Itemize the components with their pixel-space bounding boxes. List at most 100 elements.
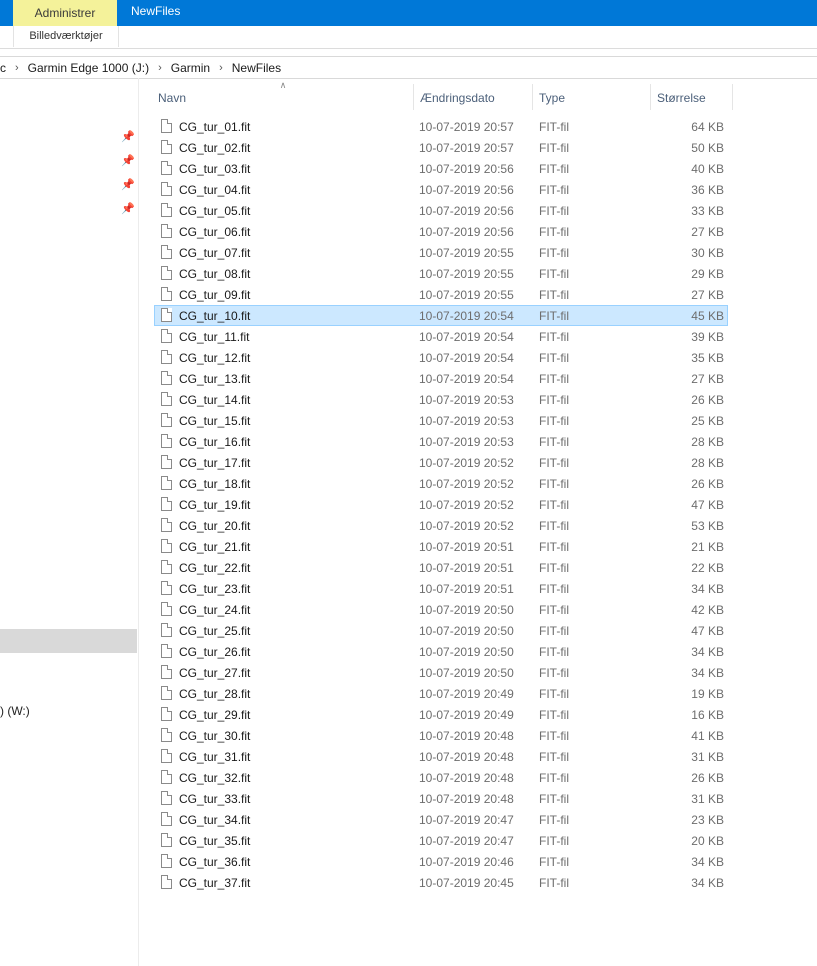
file-row[interactable]: CG_tur_11.fit 10-07-2019 20:54 FIT-fil 39 K…: [154, 326, 728, 347]
file-row[interactable]: CG_tur_09.fit 10-07-2019 20:55 FIT-fil 27 K…: [154, 284, 728, 305]
file-row[interactable]: CG_tur_05.fit 10-07-2019 20:56 FIT-fil 33 K…: [154, 200, 728, 221]
breadcrumb-partial[interactable]: c: [0, 61, 6, 75]
pin-icon: 📌: [121, 203, 135, 215]
file-row[interactable]: CG_tur_24.fit 10-07-2019 20:50 FIT-fil 42 K…: [154, 599, 728, 620]
file-icon: [161, 245, 172, 259]
file-row[interactable]: CG_tur_29.fit 10-07-2019 20:49 FIT-fil 16 K…: [154, 704, 728, 725]
file-size: 22 KB: [691, 561, 724, 575]
file-name: CG_tur_13.fit: [179, 372, 251, 386]
file-icon: [161, 266, 172, 280]
file-row[interactable]: CG_tur_19.fit 10-07-2019 20:52 FIT-fil 47 K…: [154, 494, 728, 515]
file-row[interactable]: CG_tur_35.fit 10-07-2019 20:47 FIT-fil 20 K…: [154, 830, 728, 851]
file-row[interactable]: CG_tur_08.fit 10-07-2019 20:55 FIT-fil 29 K…: [154, 263, 728, 284]
file-size: 31 KB: [691, 750, 724, 764]
file-icon: [161, 644, 172, 658]
file-size: 34 KB: [691, 855, 724, 869]
file-date: 10-07-2019 20:47: [419, 834, 514, 848]
column-header-size[interactable]: Størrelse: [649, 84, 733, 110]
file-row[interactable]: CG_tur_22.fit 10-07-2019 20:51 FIT-fil 22 K…: [154, 557, 728, 578]
file-type: FIT-fil: [539, 456, 569, 470]
nav-item-drive-w[interactable]: ) (W:): [0, 704, 30, 718]
file-type: FIT-fil: [539, 519, 569, 533]
file-size: 39 KB: [691, 330, 724, 344]
file-row[interactable]: CG_tur_18.fit 10-07-2019 20:52 FIT-fil 26 K…: [154, 473, 728, 494]
file-size: 34 KB: [691, 666, 724, 680]
file-row[interactable]: CG_tur_27.fit 10-07-2019 20:50 FIT-fil 34 K…: [154, 662, 728, 683]
file-size: 36 KB: [691, 183, 724, 197]
pin-icon: 📌: [121, 131, 135, 143]
breadcrumb-drive[interactable]: Garmin Edge 1000 (J:): [28, 61, 149, 75]
file-row[interactable]: CG_tur_37.fit 10-07-2019 20:45 FIT-fil 34 K…: [154, 872, 728, 893]
file-name: CG_tur_37.fit: [179, 876, 251, 890]
file-date: 10-07-2019 20:55: [419, 246, 514, 260]
file-name: CG_tur_07.fit: [179, 246, 251, 260]
tab-billedvaerktojer[interactable]: Billedværktøjer: [13, 26, 119, 47]
file-type: FIT-fil: [539, 498, 569, 512]
file-name: CG_tur_31.fit: [179, 750, 251, 764]
file-row[interactable]: CG_tur_02.fit 10-07-2019 20:57 FIT-fil 50 K…: [154, 137, 728, 158]
file-size: 45 KB: [691, 309, 724, 323]
file-row[interactable]: CG_tur_34.fit 10-07-2019 20:47 FIT-fil 23 K…: [154, 809, 728, 830]
file-icon: [161, 728, 172, 742]
file-row[interactable]: CG_tur_36.fit 10-07-2019 20:46 FIT-fil 34 K…: [154, 851, 728, 872]
file-type: FIT-fil: [539, 540, 569, 554]
file-size: 27 KB: [691, 372, 724, 386]
breadcrumb-garmin[interactable]: Garmin: [171, 61, 210, 75]
file-row[interactable]: CG_tur_12.fit 10-07-2019 20:54 FIT-fil 35 K…: [154, 347, 728, 368]
file-size: 30 KB: [691, 246, 724, 260]
pin-icon: 📌: [121, 179, 135, 191]
breadcrumb-newfiles[interactable]: NewFiles: [232, 61, 281, 75]
file-size: 33 KB: [691, 204, 724, 218]
file-date: 10-07-2019 20:57: [419, 141, 514, 155]
file-size: 27 KB: [691, 225, 724, 239]
file-row[interactable]: CG_tur_01.fit 10-07-2019 20:57 FIT-fil 64 K…: [154, 116, 728, 137]
file-type: FIT-fil: [539, 750, 569, 764]
file-date: 10-07-2019 20:54: [419, 372, 514, 386]
file-size: 28 KB: [691, 456, 724, 470]
file-row[interactable]: CG_tur_30.fit 10-07-2019 20:48 FIT-fil 41 K…: [154, 725, 728, 746]
tab-administrer[interactable]: Administrer: [13, 0, 117, 26]
file-name: CG_tur_03.fit: [179, 162, 251, 176]
chevron-right-icon[interactable]: ›: [219, 62, 223, 74]
file-date: 10-07-2019 20:56: [419, 225, 514, 239]
file-row[interactable]: CG_tur_23.fit 10-07-2019 20:51 FIT-fil 34 K…: [154, 578, 728, 599]
chevron-right-icon[interactable]: ›: [158, 62, 162, 74]
column-header-type[interactable]: Type: [531, 84, 651, 110]
file-row[interactable]: CG_tur_26.fit 10-07-2019 20:50 FIT-fil 34 K…: [154, 641, 728, 662]
column-header-date[interactable]: Ændringsdato: [412, 84, 533, 110]
chevron-right-icon[interactable]: ›: [15, 62, 19, 74]
file-row[interactable]: CG_tur_21.fit 10-07-2019 20:51 FIT-fil 21 K…: [154, 536, 728, 557]
file-date: 10-07-2019 20:51: [419, 540, 514, 554]
file-row[interactable]: CG_tur_25.fit 10-07-2019 20:50 FIT-fil 47 K…: [154, 620, 728, 641]
file-row[interactable]: CG_tur_28.fit 10-07-2019 20:49 FIT-fil 19 K…: [154, 683, 728, 704]
file-date: 10-07-2019 20:49: [419, 687, 514, 701]
file-row[interactable]: CG_tur_20.fit 10-07-2019 20:52 FIT-fil 53 K…: [154, 515, 728, 536]
file-row[interactable]: CG_tur_07.fit 10-07-2019 20:55 FIT-fil 30 K…: [154, 242, 728, 263]
file-type: FIT-fil: [539, 141, 569, 155]
file-row[interactable]: CG_tur_13.fit 10-07-2019 20:54 FIT-fil 27 K…: [154, 368, 728, 389]
file-size: 41 KB: [691, 729, 724, 743]
file-row[interactable]: CG_tur_17.fit 10-07-2019 20:52 FIT-fil 28 K…: [154, 452, 728, 473]
file-date: 10-07-2019 20:48: [419, 771, 514, 785]
file-row[interactable]: CG_tur_04.fit 10-07-2019 20:56 FIT-fil 36 K…: [154, 179, 728, 200]
file-row[interactable]: CG_tur_14.fit 10-07-2019 20:53 FIT-fil 26 K…: [154, 389, 728, 410]
file-row[interactable]: CG_tur_15.fit 10-07-2019 20:53 FIT-fil 25 K…: [154, 410, 728, 431]
file-row[interactable]: CG_tur_06.fit 10-07-2019 20:56 FIT-fil 27 K…: [154, 221, 728, 242]
file-row[interactable]: CG_tur_31.fit 10-07-2019 20:48 FIT-fil 31 K…: [154, 746, 728, 767]
file-date: 10-07-2019 20:48: [419, 729, 514, 743]
ribbon-title-bar: Administrer NewFiles: [0, 0, 817, 26]
file-date: 10-07-2019 20:52: [419, 498, 514, 512]
file-icon: [161, 602, 172, 616]
file-row[interactable]: CG_tur_32.fit 10-07-2019 20:48 FIT-fil 26 K…: [154, 767, 728, 788]
file-row[interactable]: CG_tur_16.fit 10-07-2019 20:53 FIT-fil 28 K…: [154, 431, 728, 452]
column-header-name[interactable]: Navn: [150, 84, 414, 110]
file-row[interactable]: CG_tur_33.fit 10-07-2019 20:48 FIT-fil 31 K…: [154, 788, 728, 809]
file-type: FIT-fil: [539, 645, 569, 659]
file-row[interactable]: CG_tur_03.fit 10-07-2019 20:56 FIT-fil 40 K…: [154, 158, 728, 179]
file-type: FIT-fil: [539, 225, 569, 239]
nav-item-selected[interactable]: [0, 629, 137, 653]
file-row[interactable]: CG_tur_10.fit 10-07-2019 20:54 FIT-fil 45 K…: [154, 305, 728, 326]
address-bar[interactable]: c › Garmin Edge 1000 (J:) › Garmin › New…: [0, 56, 817, 79]
file-name: CG_tur_10.fit: [179, 309, 251, 323]
file-name: CG_tur_29.fit: [179, 708, 251, 722]
